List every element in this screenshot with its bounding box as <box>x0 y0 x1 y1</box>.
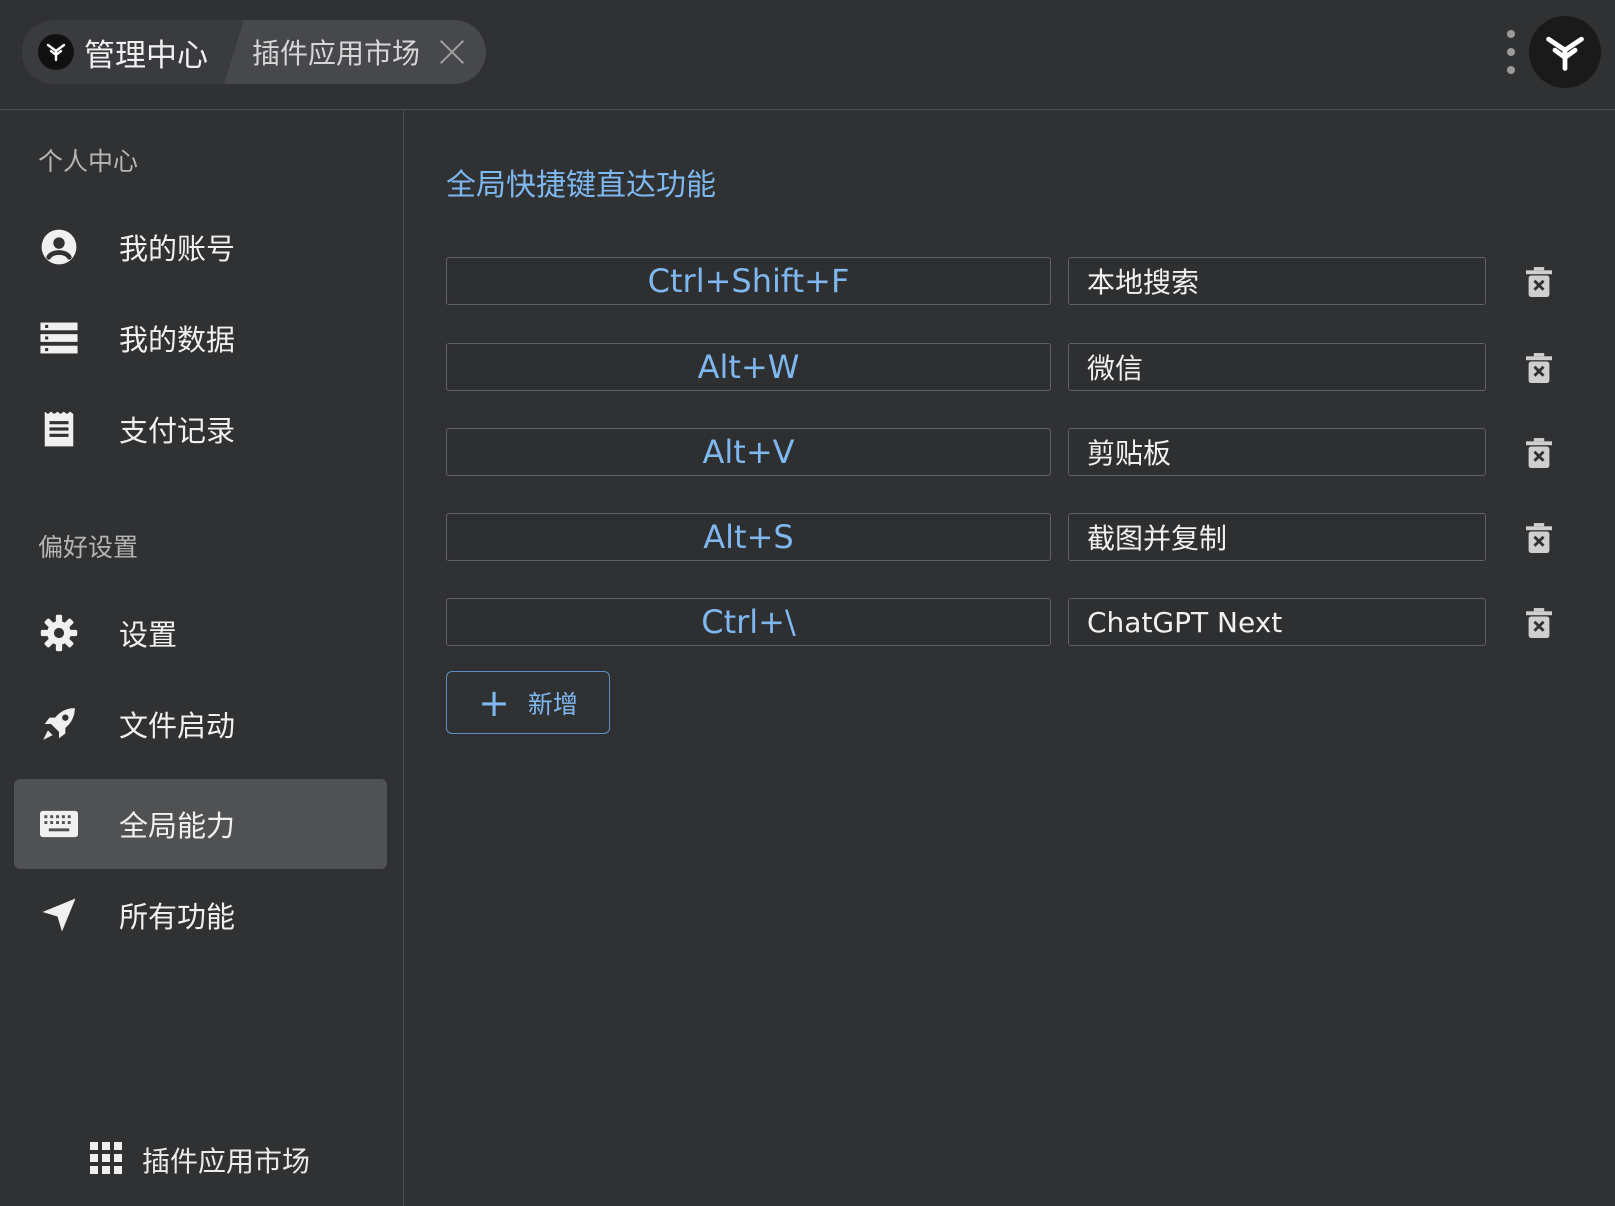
gear-icon <box>39 613 79 653</box>
sidebar-item-label: 所有功能 <box>119 900 236 934</box>
sidebar-item-settings[interactable]: 设置 <box>14 588 387 678</box>
data-list-icon <box>39 318 79 358</box>
sidebar-item-data[interactable]: 我的数据 <box>14 293 387 383</box>
shortcut-action-input[interactable]: 微信 <box>1068 343 1486 391</box>
delete-icon[interactable] <box>1522 436 1556 470</box>
delete-icon[interactable] <box>1522 351 1556 385</box>
shortcut-row: Alt+S 截图并复制 <box>446 513 1556 563</box>
close-icon[interactable] <box>438 38 466 66</box>
delete-icon[interactable] <box>1522 606 1556 640</box>
sidebar: 个人中心 我的账号 我的数据 支付记录 偏好设置 设置 文件启动 全局能力 所有… <box>0 110 404 1206</box>
sidebar-plugin-market-label: 插件应用市场 <box>142 1145 311 1178</box>
sidebar-item-all-features[interactable]: 所有功能 <box>14 870 387 960</box>
delete-icon[interactable] <box>1522 521 1556 555</box>
app-logo-icon <box>38 34 74 70</box>
section-preferences: 偏好设置 <box>38 533 139 562</box>
breadcrumb-home-title: 管理中心 <box>84 37 208 74</box>
shortcut-row: Ctrl+Shift+F 本地搜索 <box>446 257 1556 307</box>
shortcut-action-input[interactable]: 剪贴板 <box>1068 428 1486 476</box>
sidebar-plugin-market[interactable]: 插件应用市场 <box>90 1140 310 1180</box>
sidebar-item-file-launch[interactable]: 文件启动 <box>14 679 387 769</box>
rocket-icon <box>39 704 79 744</box>
navigation-arrow-icon <box>39 895 79 935</box>
breadcrumb: 管理中心 插件应用市场 <box>22 20 486 84</box>
sidebar-item-label: 全局能力 <box>119 809 236 843</box>
sidebar-item-payment[interactable]: 支付记录 <box>14 384 387 474</box>
shortcut-keys-input[interactable]: Ctrl+\ <box>446 598 1051 646</box>
receipt-icon <box>39 409 79 449</box>
app-logo-icon[interactable] <box>1529 16 1601 88</box>
breadcrumb-tab-title: 插件应用市场 <box>252 37 421 70</box>
top-bar: 管理中心 插件应用市场 <box>0 0 1615 110</box>
shortcut-row: Ctrl+\ ChatGPT Next <box>446 598 1556 648</box>
add-shortcut-button[interactable]: + 新增 <box>446 671 610 734</box>
shortcut-keys-input[interactable]: Alt+V <box>446 428 1051 476</box>
more-vertical-icon[interactable] <box>1505 30 1517 74</box>
keyboard-icon <box>39 804 79 844</box>
plus-icon: + <box>478 680 510 725</box>
sidebar-item-label: 我的账号 <box>119 232 236 266</box>
shortcut-action-input[interactable]: ChatGPT Next <box>1068 598 1486 646</box>
sidebar-item-label: 文件启动 <box>119 709 236 743</box>
sidebar-item-label: 支付记录 <box>119 414 236 448</box>
account-circle-icon <box>39 227 79 267</box>
shortcut-row: Alt+W 微信 <box>446 343 1556 393</box>
shortcut-keys-input[interactable]: Alt+S <box>446 513 1051 561</box>
sidebar-item-label: 我的数据 <box>119 323 236 357</box>
section-personal-center: 个人中心 <box>38 147 139 176</box>
shortcut-keys-input[interactable]: Alt+W <box>446 343 1051 391</box>
sidebar-item-label: 设置 <box>119 618 178 652</box>
page-title: 全局快捷键直达功能 <box>446 168 716 203</box>
breadcrumb-tab[interactable]: 插件应用市场 <box>244 32 466 72</box>
add-shortcut-label: 新增 <box>527 689 578 719</box>
shortcut-keys-input[interactable]: Ctrl+Shift+F <box>446 257 1051 305</box>
sidebar-item-global-abilities[interactable]: 全局能力 <box>14 779 387 869</box>
shortcut-action-input[interactable]: 本地搜索 <box>1068 257 1486 305</box>
shortcut-row: Alt+V 剪贴板 <box>446 428 1556 478</box>
delete-icon[interactable] <box>1522 265 1556 299</box>
breadcrumb-home[interactable]: 管理中心 <box>22 20 244 84</box>
shortcut-action-input[interactable]: 截图并复制 <box>1068 513 1486 561</box>
sidebar-item-account[interactable]: 我的账号 <box>14 202 387 292</box>
grid-icon <box>90 1142 122 1178</box>
